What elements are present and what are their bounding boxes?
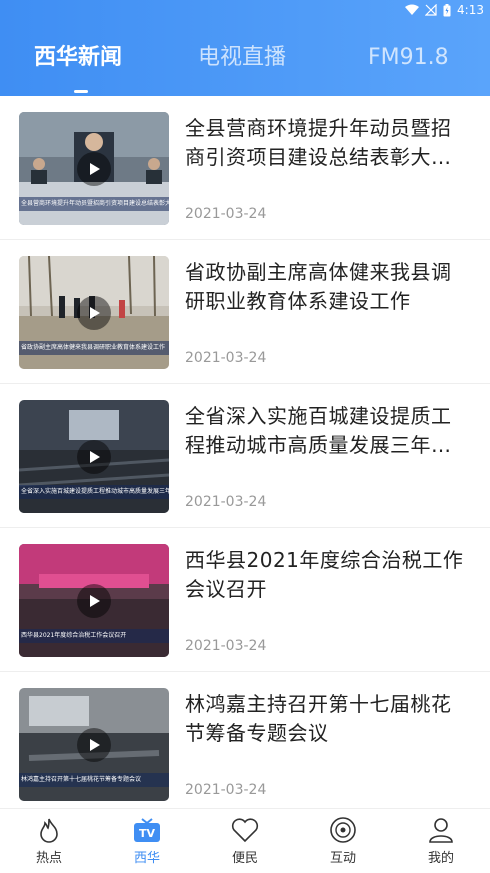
nav-label: 我的 [427,851,454,866]
svg-text:TV: TV [139,827,156,840]
play-icon[interactable] [77,296,111,330]
news-item[interactable]: 省政协副主席高体健来我县调研职业教育体系建设工作 省政协副主席高体健来我县调研职… [0,240,490,384]
tab-xihua-news[interactable]: 西华新闻 [34,40,122,76]
battery-icon [443,3,451,17]
news-item[interactable]: 全县营商环境提升年动员暨招商引资项目建设总结表彰大会召开 全县营商环境提升年动员… [0,96,490,240]
news-list: 全县营商环境提升年动员暨招商引资项目建设总结表彰大会召开 全县营商环境提升年动员… [0,96,490,808]
nav-mine[interactable]: 我的 [392,809,490,873]
thumbnail-caption: 全县营商环境提升年动员暨招商引资项目建设总结表彰大会召开 [19,197,169,211]
news-title[interactable]: 全省深入实施百城建设提质工程推动城市高质量发展三年行动电视电话会议召开 [185,402,470,460]
heart-icon [230,815,260,845]
user-icon [426,815,456,845]
tab-indicator [74,90,88,93]
tv-icon: TV [132,815,162,845]
play-icon[interactable] [77,584,111,618]
tab-tv-live[interactable]: 电视直播 [198,40,286,76]
news-date: 2021-03-24 [185,494,267,510]
news-item[interactable]: 西华县2021年度综合治税工作会议召开 西华县2021年度综合治税工作会议召开 … [0,528,490,672]
play-icon[interactable] [77,728,111,762]
news-thumbnail[interactable]: 西华县2021年度综合治税工作会议召开 [19,544,169,657]
news-date: 2021-03-24 [185,350,267,366]
flame-icon [34,815,64,845]
news-thumbnail[interactable]: 林鸿嘉主持召开第十七届桃花节筹备专题会议 [19,688,169,801]
news-thumbnail[interactable]: 全县营商环境提升年动员暨招商引资项目建设总结表彰大会召开 [19,112,169,225]
play-icon[interactable] [77,440,111,474]
news-thumbnail[interactable]: 省政协副主席高体健来我县调研职业教育体系建设工作 [19,256,169,369]
nav-interact[interactable]: 互动 [294,809,392,873]
nav-label: 西华 [133,851,160,866]
tab-fm[interactable]: FM91.8 [368,40,449,76]
news-item[interactable]: 全省深入实施百城建设提质工程推动城市高质量发展三年行动 全省深入实施百城建设提质… [0,384,490,528]
thumbnail-caption: 省政协副主席高体健来我县调研职业教育体系建设工作 [19,341,169,355]
news-title[interactable]: 西华县2021年度综合治税工作会议召开 [185,546,470,604]
nav-xihua[interactable]: TV 西华 [98,809,196,873]
wifi-icon [405,4,420,16]
tab-bar: 西华新闻 电视直播 FM91.8 [0,40,490,80]
bottom-nav: 热点 TV 西华 便民 互动 我的 [0,808,490,872]
news-title[interactable]: 省政协副主席高体健来我县调研职业教育体系建设工作 [185,258,470,316]
news-item[interactable]: 林鸿嘉主持召开第十七届桃花节筹备专题会议 林鸿嘉主持召开第十七届桃花节筹备专题会… [0,672,490,808]
news-date: 2021-03-24 [185,638,267,654]
status-bar: 4:13 [405,0,484,20]
thumbnail-caption: 林鸿嘉主持召开第十七届桃花节筹备专题会议 [19,773,169,787]
status-time: 4:13 [457,3,484,17]
nav-hot[interactable]: 热点 [0,809,98,873]
thumbnail-caption: 全省深入实施百城建设提质工程推动城市高质量发展三年行动 [19,485,169,499]
play-icon[interactable] [77,152,111,186]
signal-off-icon [425,4,437,16]
news-title[interactable]: 全县营商环境提升年动员暨招商引资项目建设总结表彰大会召开 [185,114,470,172]
nav-label: 便民 [231,851,258,866]
news-thumbnail[interactable]: 全省深入实施百城建设提质工程推动城市高质量发展三年行动 [19,400,169,513]
header-bar: 4:13 西华新闻 电视直播 FM91.8 [0,0,490,96]
nav-service[interactable]: 便民 [196,809,294,873]
thumbnail-caption: 西华县2021年度综合治税工作会议召开 [19,629,169,643]
nav-label: 互动 [329,851,356,866]
nav-label: 热点 [35,851,62,866]
news-date: 2021-03-24 [185,782,267,798]
news-title[interactable]: 林鸿嘉主持召开第十七届桃花节筹备专题会议 [185,690,470,748]
disc-icon [328,815,358,845]
news-date: 2021-03-24 [185,206,267,222]
